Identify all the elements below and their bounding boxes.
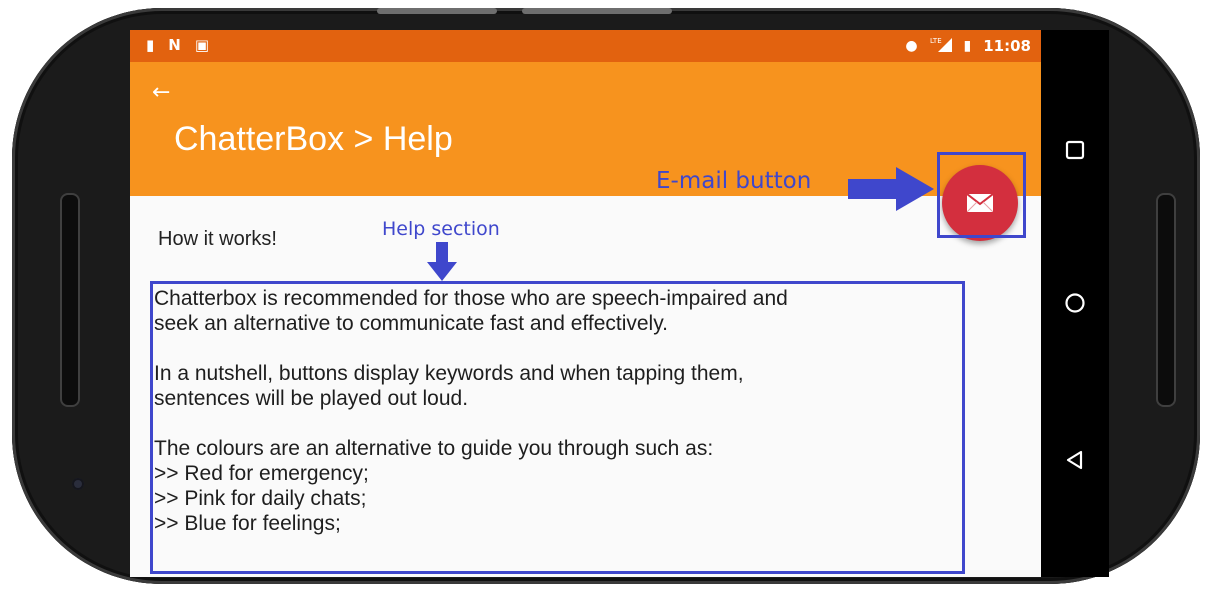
left-speaker-grille [60,193,80,407]
navigation-bar [1041,30,1109,577]
right-speaker-grille [1156,193,1176,407]
email-button-label: E-mail button [656,168,812,194]
battery-icon: ▮ [963,38,972,54]
back-arrow-icon[interactable]: ← [152,80,170,105]
home-button[interactable] [1061,289,1089,317]
page-title: ChatterBox > Help [174,120,453,158]
circle-icon [1065,293,1085,313]
back-button[interactable] [1061,446,1089,474]
triangle-back-icon [1066,450,1083,470]
help-section-label: Help section [382,218,500,240]
signal-icon: LTE [930,36,952,56]
square-icon [1065,140,1085,160]
arrow-down-icon [427,242,457,281]
top-button [522,8,672,14]
email-button-highlight [937,152,1026,238]
lte-label: LTE [930,37,942,45]
help-section-highlight [150,281,965,574]
do-not-disturb-icon: ● [905,38,918,54]
content-heading: How it works! [158,228,277,250]
sd-card-icon: ▮ [146,36,155,54]
top-button [377,8,497,14]
recents-button[interactable] [1061,136,1089,164]
a-icon: ▣ [194,36,210,54]
status-bar: ▮ N ▣ ● LTE ▮ 11:08 [130,30,1041,62]
arrow-right-icon [848,167,934,211]
status-time: 11:08 [983,37,1031,55]
n-icon: N [168,36,181,54]
front-camera [72,478,84,490]
